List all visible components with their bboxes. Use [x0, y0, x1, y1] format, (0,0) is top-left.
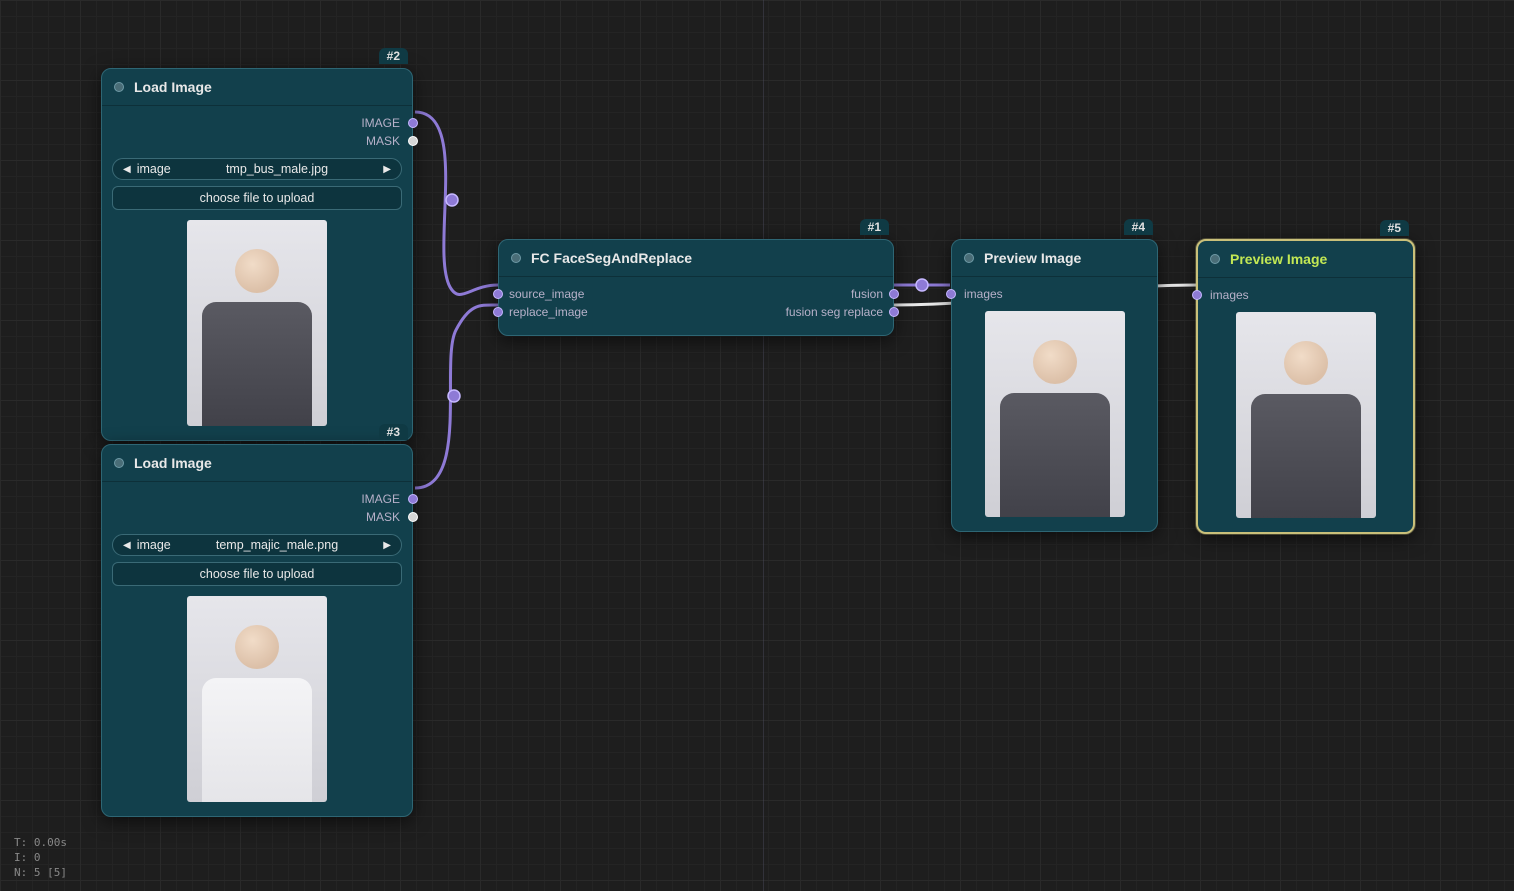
output-seg: fusion seg replace: [786, 305, 883, 319]
output-mask[interactable]: MASK: [112, 134, 402, 148]
prev-arrow-icon[interactable]: ◀: [123, 164, 131, 175]
port-icon[interactable]: [889, 289, 899, 299]
node-title: FC FaceSegAndReplace: [531, 250, 692, 266]
input-source: source_image: [509, 287, 584, 301]
node-load-image-3[interactable]: #3 Load Image IMAGE MASK ◀ image temp_: [101, 444, 413, 817]
output-mask[interactable]: MASK: [112, 510, 402, 524]
port-icon[interactable]: [408, 136, 418, 146]
node-badge: #5: [1380, 220, 1409, 236]
preview-thumbnail[interactable]: [985, 311, 1125, 517]
node-badge: #4: [1124, 219, 1153, 235]
image-thumbnail[interactable]: [187, 220, 327, 426]
node-load-image-2[interactable]: #2 Load Image IMAGE MASK ◀ image tmp_b: [101, 68, 413, 441]
collapse-dot-icon[interactable]: [964, 253, 974, 263]
port-icon[interactable]: [493, 307, 503, 317]
image-combo[interactable]: ◀ image temp_majic_male.png ▶: [112, 534, 402, 556]
node-preview-image-5[interactable]: #5 Preview Image images: [1196, 239, 1415, 534]
stat-time: T: 0.00s: [14, 836, 67, 851]
collapse-dot-icon[interactable]: [114, 82, 124, 92]
input-replace: replace_image: [509, 305, 588, 319]
node-faceseg-replace[interactable]: #1 FC FaceSegAndReplace source_image fus…: [498, 239, 894, 336]
node-titlebar[interactable]: Preview Image: [1198, 241, 1413, 278]
port-icon[interactable]: [493, 289, 503, 299]
node-titlebar[interactable]: Load Image: [102, 445, 412, 482]
node-preview-image-4[interactable]: #4 Preview Image images: [951, 239, 1158, 532]
upload-button[interactable]: choose file to upload: [112, 562, 402, 586]
next-arrow-icon[interactable]: ▶: [383, 164, 391, 175]
stat-nodes: N: 5 [5]: [14, 866, 67, 881]
node-graph-canvas[interactable]: #2 Load Image IMAGE MASK ◀ image tmp_b: [0, 0, 1514, 891]
prev-arrow-icon[interactable]: ◀: [123, 540, 131, 551]
stat-iter: I: 0: [14, 851, 67, 866]
combo-label: image: [137, 538, 171, 552]
output-fusion: fusion: [851, 287, 883, 301]
port-icon[interactable]: [408, 512, 418, 522]
node-title: Load Image: [134, 455, 212, 471]
node-badge: #3: [379, 424, 408, 440]
node-titlebar[interactable]: Load Image: [102, 69, 412, 106]
collapse-dot-icon[interactable]: [114, 458, 124, 468]
canvas-stats: T: 0.00s I: 0 N: 5 [5]: [14, 836, 67, 881]
next-arrow-icon[interactable]: ▶: [383, 540, 391, 551]
input-images[interactable]: images: [1208, 288, 1403, 302]
node-badge: #1: [860, 219, 889, 235]
node-title: Preview Image: [984, 250, 1081, 266]
combo-value: tmp_bus_male.jpg: [226, 162, 328, 176]
output-image[interactable]: IMAGE: [112, 492, 402, 506]
port-icon[interactable]: [946, 289, 956, 299]
node-titlebar[interactable]: Preview Image: [952, 240, 1157, 277]
io-row-replace-seg[interactable]: replace_image fusion seg replace: [509, 305, 883, 319]
input-images[interactable]: images: [962, 287, 1147, 301]
node-badge: #2: [379, 48, 408, 64]
image-thumbnail[interactable]: [187, 596, 327, 802]
combo-value: temp_majic_male.png: [216, 538, 338, 552]
collapse-dot-icon[interactable]: [511, 253, 521, 263]
preview-thumbnail[interactable]: [1236, 312, 1376, 518]
port-icon[interactable]: [1192, 290, 1202, 300]
node-title: Preview Image: [1230, 251, 1327, 267]
node-titlebar[interactable]: FC FaceSegAndReplace: [499, 240, 893, 277]
guide-line: [763, 0, 764, 891]
port-icon[interactable]: [408, 494, 418, 504]
node-title: Load Image: [134, 79, 212, 95]
image-combo[interactable]: ◀ image tmp_bus_male.jpg ▶: [112, 158, 402, 180]
collapse-dot-icon[interactable]: [1210, 254, 1220, 264]
io-row-source-fusion[interactable]: source_image fusion: [509, 287, 883, 301]
combo-label: image: [137, 162, 171, 176]
upload-button[interactable]: choose file to upload: [112, 186, 402, 210]
output-image[interactable]: IMAGE: [112, 116, 402, 130]
port-icon[interactable]: [408, 118, 418, 128]
port-icon[interactable]: [889, 307, 899, 317]
